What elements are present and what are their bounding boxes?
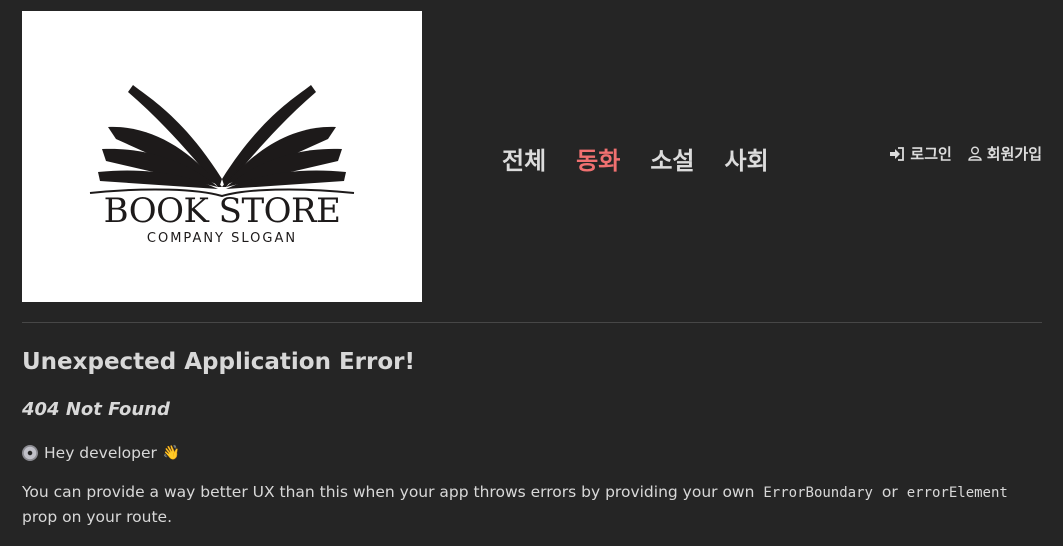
user-icon	[968, 146, 982, 161]
code-error-element: errorElement	[906, 485, 1008, 501]
error-status: 404 Not Found	[22, 399, 170, 420]
logo[interactable]: BOOK STORE COMPANY SLOGAN	[22, 11, 422, 302]
nav-item-novel[interactable]: 소설	[650, 141, 694, 176]
disc-icon	[22, 445, 38, 461]
hey-developer-line: Hey developer 👋	[22, 442, 1042, 464]
desc-pre: You can provide a way better UX than thi…	[22, 483, 755, 501]
auth-links: 로그인 회원가입	[889, 143, 1042, 164]
open-book-icon	[89, 85, 355, 197]
signup-label: 회원가입	[986, 145, 1042, 163]
sign-in-icon	[890, 146, 905, 161]
login-link[interactable]: 로그인	[889, 143, 952, 164]
logo-slogan: COMPANY SLOGAN	[146, 231, 298, 246]
hey-developer-text: Hey developer	[44, 444, 157, 462]
nav-item-all[interactable]: 전체	[502, 141, 546, 176]
desc-mid: or	[881, 483, 898, 501]
logo-title: BOOK STORE	[103, 191, 341, 231]
nav-item-fairy-tale[interactable]: 동화	[576, 141, 620, 176]
signup-link[interactable]: 회원가입	[968, 143, 1042, 164]
header-divider	[22, 322, 1042, 323]
error-title: Unexpected Application Error!	[22, 349, 415, 375]
desc-post: prop on your route.	[22, 508, 173, 526]
code-error-boundary: ErrorBoundary	[763, 485, 873, 501]
wave-icon: 👋	[162, 445, 181, 461]
category-nav: 전체 동화 소설 사회	[502, 141, 769, 176]
error-description: You can provide a way better UX than thi…	[22, 480, 1042, 529]
login-label: 로그인	[910, 145, 952, 163]
error-content: Unexpected Application Error! 404 Not Fo…	[22, 346, 1042, 529]
header: BOOK STORE COMPANY SLOGAN 전체 동화 소설 사회 로그…	[22, 11, 1042, 302]
nav-item-society[interactable]: 사회	[725, 141, 769, 176]
